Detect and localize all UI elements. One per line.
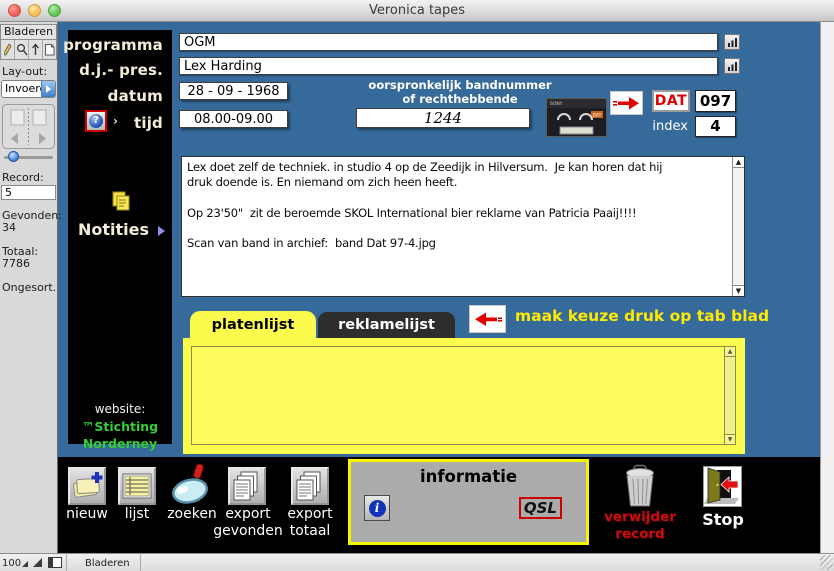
nieuw-button[interactable]	[68, 467, 106, 505]
chevron-icon: ›	[113, 114, 118, 128]
window-title: Veronica tapes	[368, 3, 466, 18]
notes-icon	[110, 190, 132, 212]
find-mode-icon[interactable]	[15, 40, 29, 59]
qsl-button[interactable]: QSL	[518, 497, 562, 519]
verwijder-record-button[interactable]	[620, 464, 660, 508]
export-gevonden-button[interactable]	[228, 467, 266, 505]
dat-number-field[interactable]: 097	[695, 90, 736, 112]
stop-label: Stop	[702, 510, 744, 529]
layout-popup[interactable]: Invoeren	[1, 80, 56, 98]
trash-icon	[626, 464, 654, 507]
list-view-icon	[122, 473, 152, 499]
menu-item-datum[interactable]: datum	[108, 87, 163, 105]
menu-item-tijd[interactable]: tijd	[134, 114, 163, 132]
notities-field[interactable]: Lex doet zelf de techniek. in studio 4 o…	[181, 156, 745, 297]
website-name-line2[interactable]: Norderney	[68, 436, 172, 451]
scroll-up-icon[interactable]: ▲	[733, 157, 744, 168]
status-area-toggle-icon[interactable]	[48, 557, 62, 568]
exit-door-icon	[704, 467, 739, 504]
menu-item-programma[interactable]: programma	[63, 36, 163, 54]
export-documents-icon	[296, 471, 321, 501]
notities-text: Lex doet zelf de techniek. in studio 4 o…	[187, 160, 663, 250]
export-documents-icon	[233, 471, 258, 501]
export-totaal-button[interactable]	[291, 467, 329, 505]
info-button[interactable]: i	[364, 495, 390, 521]
svg-text:SONY: SONY	[550, 101, 563, 107]
tab-platenlijst[interactable]: platenlijst	[190, 311, 316, 339]
lijst-button[interactable]	[118, 467, 156, 505]
dat-label-box: DAT	[652, 90, 690, 112]
window-status-bar: 100 Bladeren	[0, 553, 834, 571]
record-slider-knob[interactable]	[8, 151, 19, 162]
layout-mode-icon[interactable]	[29, 40, 43, 59]
window-scroll-strip[interactable]	[820, 22, 834, 553]
popup-arrow-icon	[41, 81, 55, 97]
question-icon: ?	[89, 114, 103, 128]
menu-item-dj-pres[interactable]: d.j.- pres.	[79, 61, 163, 79]
list-panel: ▲ ▼	[183, 338, 745, 454]
export-totaal-label: export totaal	[287, 506, 333, 539]
platenlijst-field[interactable]: ▲ ▼	[191, 346, 736, 445]
notities-arrow-icon	[158, 226, 165, 236]
found-count: 34	[2, 221, 16, 234]
total-count: 7786	[2, 257, 30, 270]
nieuw-label: nieuw	[66, 506, 108, 522]
tab-reklamelijst[interactable]: reklamelijst	[318, 312, 455, 338]
dj-index-button[interactable]	[724, 58, 740, 74]
dj-presentator-field[interactable]: Lex Harding	[179, 57, 718, 75]
zoom-in-icon[interactable]	[33, 558, 42, 567]
record-number-field[interactable]: 5	[1, 185, 56, 200]
mode-popup[interactable]: Bladeren	[67, 554, 141, 571]
bandnummer-field[interactable]: 1244	[356, 108, 530, 128]
resize-grip[interactable]	[820, 555, 833, 570]
sort-state: Ongesort.	[2, 281, 57, 294]
magnifier-icon	[172, 463, 208, 504]
index-label: index	[652, 119, 688, 134]
scroll-up-icon[interactable]: ▲	[725, 347, 735, 357]
record-label: Record:	[2, 171, 44, 184]
website-label: website:	[94, 402, 146, 416]
arrow-left-button[interactable]	[469, 305, 506, 333]
mode-icon-row	[0, 39, 57, 60]
zoeken-button[interactable]	[168, 462, 214, 506]
programma-field[interactable]: OGM	[179, 33, 718, 51]
new-record-icon	[72, 472, 103, 498]
index-field[interactable]: 4	[695, 116, 736, 137]
stop-button[interactable]	[703, 466, 742, 507]
arrow-right-button[interactable]	[610, 91, 643, 115]
datum-field[interactable]: 28 - 09 - 1968	[179, 82, 288, 100]
notities-button[interactable]: Notities	[68, 220, 172, 239]
info-icon: i	[368, 499, 386, 517]
tijd-field[interactable]: 08.00-09.00	[179, 110, 288, 128]
layout-label: Lay-out:	[2, 65, 48, 78]
notes-scrollbar[interactable]: ▲ ▼	[732, 157, 744, 296]
help-button[interactable]: ?	[85, 110, 107, 132]
side-menu: programma d.j.- pres. datum ? › tijd Not…	[63, 30, 172, 451]
mode-tab[interactable]: Bladeren	[0, 24, 57, 40]
svg-text:DAT: DAT	[593, 113, 602, 119]
browse-mode-icon[interactable]	[1, 40, 15, 59]
programma-index-button[interactable]	[724, 34, 740, 50]
website-name-line1[interactable]: ™Stichting	[68, 419, 172, 434]
scroll-down-icon[interactable]: ▼	[725, 434, 735, 444]
book-navigator[interactable]	[2, 104, 55, 153]
informatie-box: informatie i QSL	[348, 459, 589, 545]
bandnummer-label: oorspronkelijk bandnummer of rechthebben…	[368, 78, 552, 106]
tab-hint-text: maak keuze druk op tab blad	[515, 307, 770, 325]
informatie-title: informatie	[419, 467, 518, 486]
zoom-out-icon[interactable]	[22, 561, 28, 567]
bottom-toolbar: nieuw lijst zoeken export gevonden expor…	[58, 457, 820, 553]
list-scrollbar[interactable]: ▲ ▼	[724, 347, 735, 444]
zoom-level[interactable]: 100	[2, 558, 21, 569]
export-gevonden-label: export gevonden	[213, 506, 283, 539]
dat-cassette-image: SONY DAT	[546, 98, 607, 137]
title-bar: Veronica tapes	[0, 0, 834, 22]
veronica-tapes-window: Veronica tapes Bladeren Lay-out: Invoere…	[0, 0, 834, 571]
status-area: Bladeren Lay-out: Invoeren Record: 5 Gev…	[0, 22, 62, 553]
lijst-label: lijst	[124, 506, 150, 522]
scroll-down-icon[interactable]: ▼	[733, 285, 744, 296]
verwijder-record-label: verwijder record	[604, 509, 676, 542]
preview-mode-icon[interactable]	[43, 40, 56, 59]
